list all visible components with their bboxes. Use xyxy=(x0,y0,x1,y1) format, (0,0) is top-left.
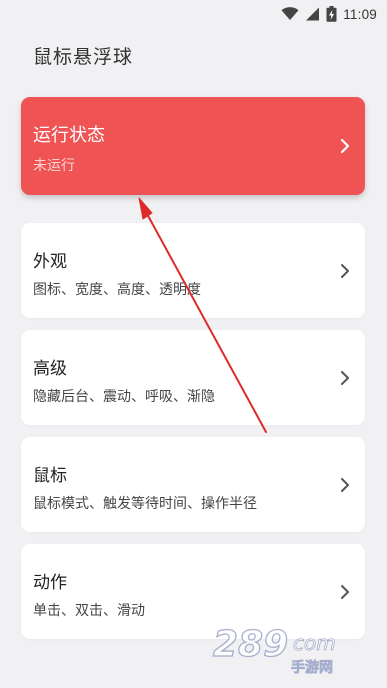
svg-text:手游网: 手游网 xyxy=(291,659,333,676)
chevron-right-icon xyxy=(341,478,349,492)
actions-card[interactable]: 动作 单击、双击、滑动 xyxy=(21,544,365,639)
card-title: 鼠标 xyxy=(33,466,67,486)
page-title: 鼠标悬浮球 xyxy=(33,46,134,68)
chevron-right-icon xyxy=(341,371,349,385)
running-status-card[interactable]: 运行状态 未运行 xyxy=(21,97,365,195)
status-bar: 11:09 xyxy=(0,0,387,28)
card-title: 外观 xyxy=(33,252,67,272)
wifi-icon xyxy=(281,7,299,20)
card-subtitle: 隐藏后台、震动、呼吸、渐隐 xyxy=(33,389,215,405)
chevron-right-icon xyxy=(341,264,349,278)
card-subtitle: 单击、双击、滑动 xyxy=(33,603,145,619)
card-subtitle: 未运行 xyxy=(33,158,75,174)
chevron-right-icon xyxy=(340,138,350,154)
signal-icon xyxy=(306,7,320,21)
chevron-right-icon xyxy=(341,585,349,599)
card-title: 高级 xyxy=(33,359,67,379)
card-title: 运行状态 xyxy=(33,125,105,146)
card-title: 动作 xyxy=(33,573,67,593)
card-subtitle: 鼠标模式、触发等待时间、操作半径 xyxy=(33,496,257,512)
appearance-card[interactable]: 外观 图标、宽度、高度、透明度 xyxy=(21,223,365,318)
advanced-card[interactable]: 高级 隐藏后台、震动、呼吸、渐隐 xyxy=(21,330,365,425)
card-subtitle: 图标、宽度、高度、透明度 xyxy=(33,282,201,298)
status-icons: 11:09 xyxy=(281,4,377,24)
battery-charging-icon xyxy=(326,6,337,22)
clock-time: 11:09 xyxy=(343,6,377,22)
mouse-card[interactable]: 鼠标 鼠标模式、触发等待时间、操作半径 xyxy=(21,437,365,532)
